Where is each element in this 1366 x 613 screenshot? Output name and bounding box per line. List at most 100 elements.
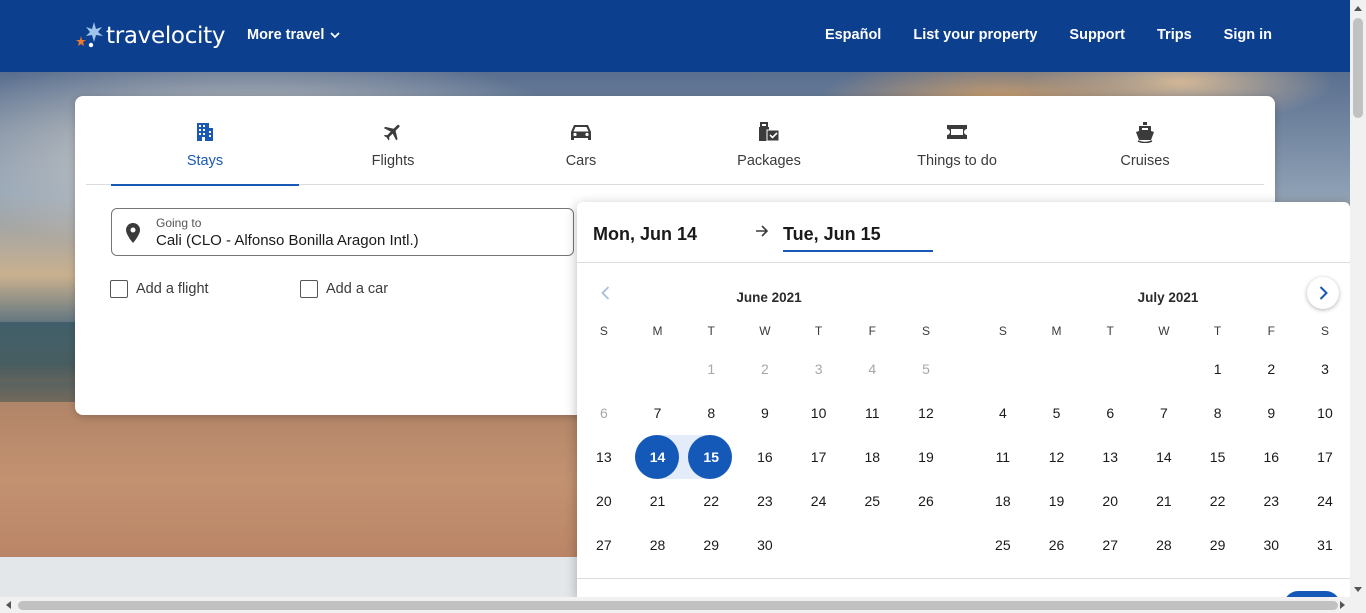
calendar-day[interactable]: 1 [1191,347,1245,391]
calendar-day[interactable]: 21 [1137,479,1191,523]
calendar-day[interactable]: 19 [899,435,953,479]
weekday-label: S [599,324,608,338]
scroll-right-arrow-icon[interactable] [1334,597,1350,613]
calendar-day[interactable]: 13 [1083,435,1137,479]
calendar-day[interactable]: 7 [631,391,685,435]
calendar-day[interactable]: 4 [976,391,1030,435]
calendar-day[interactable]: 25 [976,523,1030,567]
calendar-day[interactable]: 26 [1030,523,1084,567]
sign-in-link[interactable]: Sign in [1224,27,1272,43]
tab-stays[interactable]: Stays [111,96,299,186]
calendar-day[interactable]: 23 [738,479,792,523]
calendar-day[interactable]: 6 [1083,391,1137,435]
weekday-label: T [1106,324,1114,338]
check-in-date[interactable]: Mon, Jun 14 [593,224,697,245]
horizontal-scrollbar[interactable] [0,597,1366,613]
day-number: 25 [995,537,1011,553]
travelocity-logo[interactable]: travelocity [74,18,225,54]
calendar-day[interactable]: 16 [1244,435,1298,479]
tab-packages[interactable]: Packages [675,96,863,185]
calendar-day[interactable]: 7 [1137,391,1191,435]
day-number: 18 [864,449,881,465]
calendar-day[interactable]: 14 [1137,435,1191,479]
checkbox-box[interactable] [110,280,128,298]
calendar-day[interactable]: 8 [684,391,738,435]
calendar-day[interactable]: 20 [577,479,631,523]
tab-cars[interactable]: Cars [487,96,675,185]
vertical-scrollbar[interactable] [1350,0,1366,597]
calendar-day[interactable]: 11 [845,391,899,435]
calendar-day[interactable]: 16 [738,435,792,479]
calendar-day[interactable]: 9 [1244,391,1298,435]
calendar-day[interactable]: 19 [1030,479,1084,523]
calendar-day[interactable]: 22 [684,479,738,523]
going-to-field[interactable]: Going to Cali (CLO - Alfonso Bonilla Ara… [111,208,574,256]
add-car-checkbox[interactable]: Add a car [300,280,388,298]
calendar-day[interactable]: 30 [738,523,792,567]
more-travel-menu[interactable]: More travel [247,27,341,43]
weekday-label: S [998,324,1007,338]
calendar-day[interactable]: 10 [792,391,846,435]
language-link[interactable]: Español [825,27,881,43]
calendar-day[interactable]: 18 [976,479,1030,523]
calendar-empty-cell [577,347,631,391]
day-number: 3 [814,361,823,377]
vertical-scroll-thumb[interactable] [1353,18,1363,118]
tab-flights[interactable]: Flights [299,96,487,185]
calendar-day[interactable]: 26 [899,479,953,523]
calendar-day[interactable]: 29 [1191,523,1245,567]
calendar-day[interactable]: 17 [792,435,846,479]
weekday-label: M [652,324,663,338]
calendar-day[interactable]: 31 [1298,523,1350,567]
calendar-day[interactable]: 24 [1298,479,1350,523]
calendar-day[interactable]: 17 [1298,435,1350,479]
calendar-day[interactable]: 21 [631,479,685,523]
calendar-day-selected[interactable]: 14 [631,435,685,479]
calendar-day[interactable]: 27 [1083,523,1137,567]
calendar-day[interactable]: 28 [631,523,685,567]
day-number: 17 [1317,449,1333,465]
add-flight-checkbox[interactable]: Add a flight [110,280,209,298]
calendar-day[interactable]: 24 [792,479,846,523]
day-number: 16 [757,449,773,465]
list-property-link[interactable]: List your property [913,27,1037,43]
day-number: 24 [1317,493,1333,509]
calendar-day[interactable]: 2 [1244,347,1298,391]
calendar-day[interactable]: 30 [1244,523,1298,567]
calendar-day[interactable]: 13 [577,435,631,479]
calendar-day[interactable]: 29 [684,523,738,567]
calendar-day[interactable]: 18 [845,435,899,479]
calendar-day[interactable]: 20 [1083,479,1137,523]
scroll-left-arrow-icon[interactable] [0,597,16,613]
day-number: 29 [703,537,719,553]
calendar-day[interactable]: 12 [1030,435,1084,479]
scroll-up-arrow-icon[interactable] [1350,0,1366,16]
check-out-date[interactable]: Tue, Jun 15 [783,224,881,245]
calendar-day[interactable]: 8 [1191,391,1245,435]
horizontal-scroll-thumb[interactable] [18,601,1338,610]
weekday-label: F [1267,324,1275,338]
tab-things-to-do[interactable]: Things to do [863,96,1051,185]
support-link[interactable]: Support [1069,27,1125,43]
calendar-day[interactable]: 9 [738,391,792,435]
calendar-day[interactable]: 11 [976,435,1030,479]
calendar-day[interactable]: 27 [577,523,631,567]
scroll-down-arrow-icon[interactable] [1350,581,1366,597]
calendar-day[interactable]: 25 [845,479,899,523]
trips-link[interactable]: Trips [1157,27,1192,43]
calendar-day[interactable]: 5 [1030,391,1084,435]
calendar-day[interactable]: 22 [1191,479,1245,523]
calendar-day-selected[interactable]: 15 [684,435,738,479]
calendar-day[interactable]: 3 [1298,347,1350,391]
calendar-day[interactable]: 12 [899,391,953,435]
day-number: 30 [757,537,773,553]
going-to-label: Going to [156,216,202,230]
calendar-day[interactable]: 15 [1191,435,1245,479]
calendar-day[interactable]: 28 [1137,523,1191,567]
weekday-label: W [759,324,771,338]
tab-cruises[interactable]: Cruises [1051,96,1239,185]
calendar-day[interactable]: 10 [1298,391,1350,435]
checkbox-box[interactable] [300,280,318,298]
calendar-day[interactable]: 23 [1244,479,1298,523]
day-number: 8 [1213,405,1222,421]
